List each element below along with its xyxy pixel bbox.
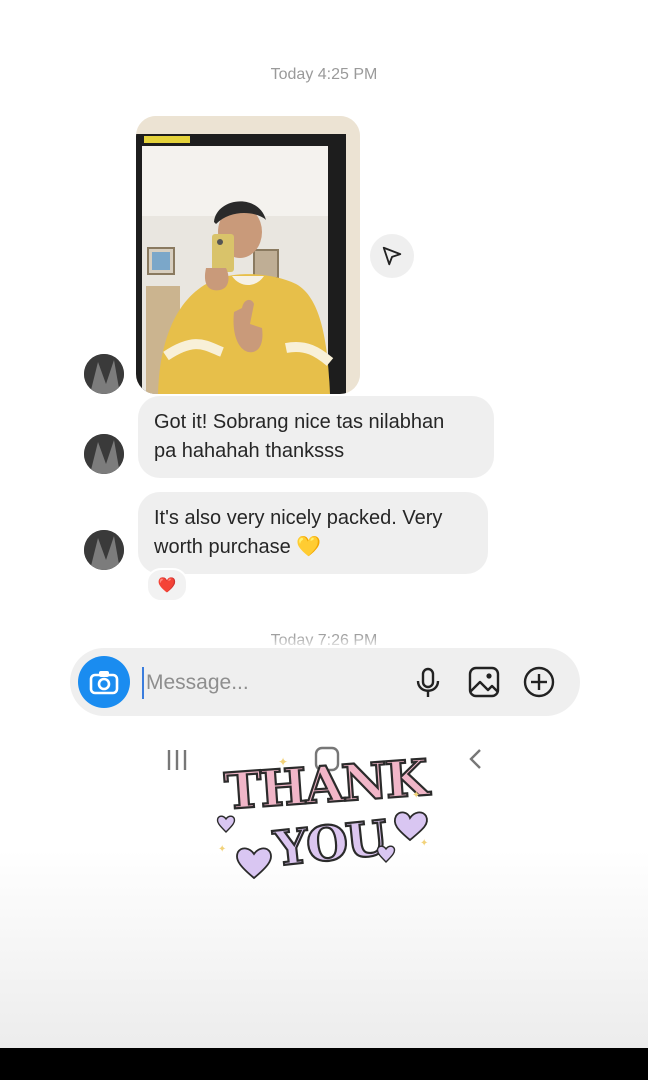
- thank-you-sticker: THANK YOU ✦ ✦ ✦ ✦: [216, 747, 433, 880]
- share-icon: [382, 246, 402, 266]
- svg-text:YOU: YOU: [270, 810, 389, 878]
- recents-button[interactable]: [164, 744, 190, 778]
- avatar-image: [84, 530, 124, 570]
- message-composer: [70, 648, 580, 716]
- avatar-image: [84, 354, 124, 394]
- avatar[interactable]: [84, 434, 124, 474]
- back-icon: [469, 749, 481, 769]
- message-text-line: It's also very nicely packed. Very: [154, 507, 443, 529]
- svg-text:THANK: THANK: [223, 748, 433, 821]
- microphone-button[interactable]: [410, 664, 446, 700]
- message-text-line: pa hahahah thanksss: [154, 440, 345, 462]
- heart-reaction[interactable]: ❤️: [146, 568, 188, 602]
- svg-text:✦: ✦: [420, 838, 428, 849]
- recents-icon: [167, 750, 187, 770]
- gallery-button[interactable]: [466, 664, 502, 700]
- svg-text:✦: ✦: [412, 790, 420, 801]
- mirror-selfie-image: [136, 116, 360, 394]
- message-input[interactable]: [142, 667, 378, 699]
- shared-photo[interactable]: [136, 116, 360, 394]
- message-text-line: worth purchase 💛: [154, 536, 322, 558]
- add-icon: [523, 666, 555, 698]
- heart-icon: ❤️: [157, 577, 177, 594]
- camera-icon: [89, 671, 119, 695]
- timestamp-top: Today 4:25 PM: [270, 66, 378, 83]
- avatar[interactable]: [84, 530, 124, 570]
- add-button[interactable]: [521, 664, 557, 700]
- message-bubble[interactable]: Got it! Sobrang nice tas nilabhan pa hah…: [138, 396, 494, 478]
- share-button[interactable]: [370, 234, 414, 278]
- gallery-icon: [468, 666, 500, 698]
- bottom-bar: [0, 1048, 648, 1080]
- timestamp-bottom: Today 7:26 PM: [270, 632, 378, 646]
- message-bubble[interactable]: It's also very nicely packed. Very worth…: [138, 492, 488, 574]
- back-button[interactable]: [464, 744, 488, 778]
- svg-text:✦: ✦: [218, 844, 226, 855]
- avatar-image: [84, 434, 124, 474]
- svg-text:✦: ✦: [278, 755, 288, 769]
- camera-button[interactable]: [78, 656, 130, 708]
- avatar[interactable]: [84, 354, 124, 394]
- microphone-icon: [416, 667, 440, 697]
- message-text-line: Got it! Sobrang nice tas nilabhan: [154, 411, 445, 433]
